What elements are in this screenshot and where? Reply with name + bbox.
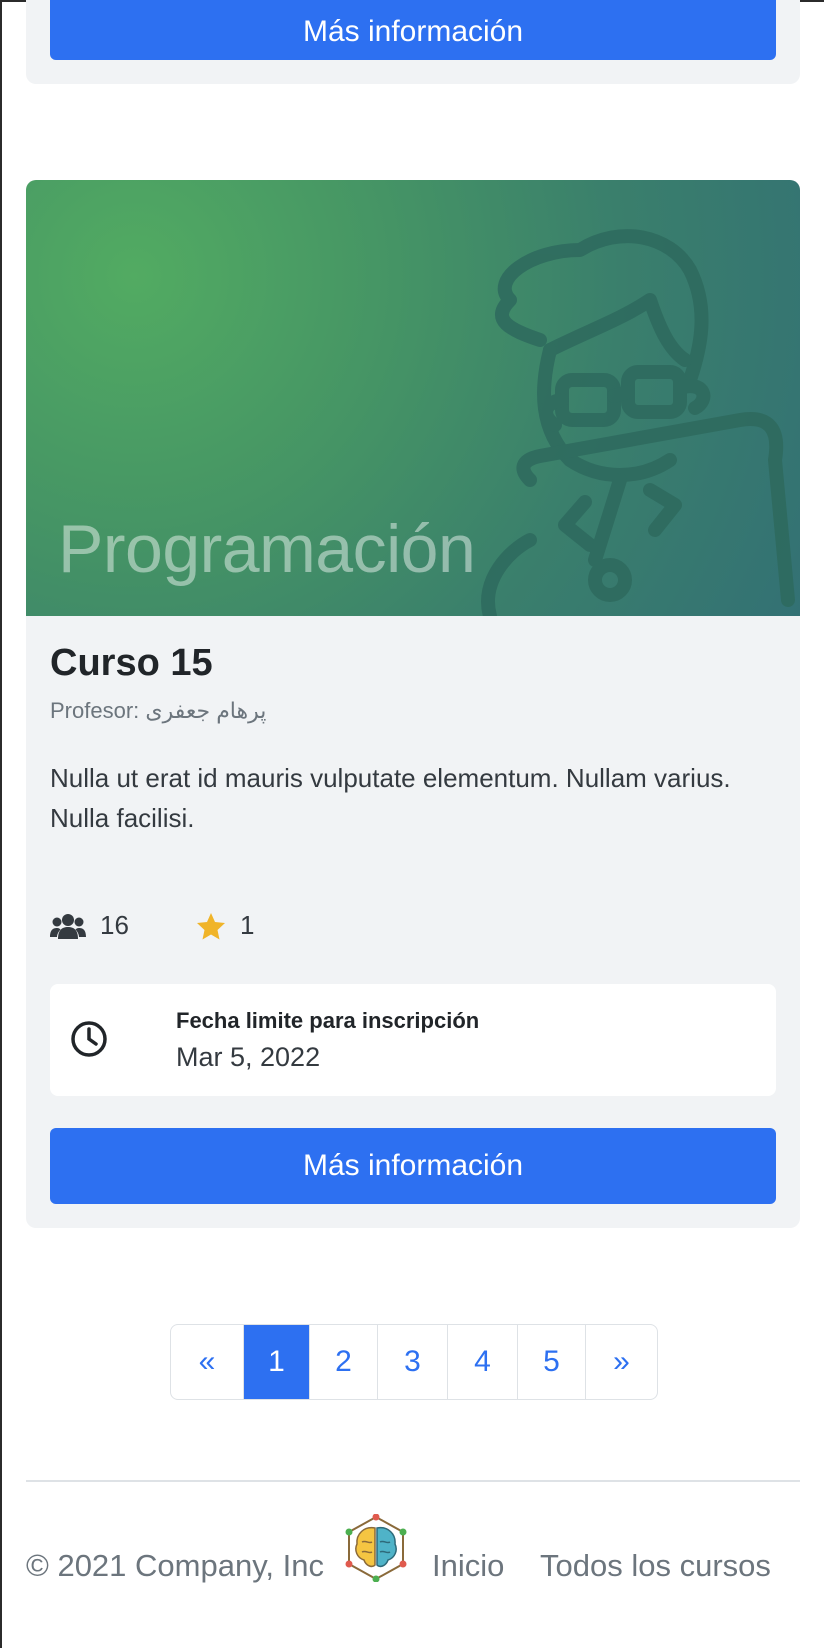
rating-stat: 1	[196, 910, 254, 941]
more-info-button[interactable]: Más información	[50, 0, 776, 60]
more-info-button[interactable]: Más información	[50, 1128, 776, 1204]
pagination: « 1 2 3 4 5 »	[170, 1324, 658, 1400]
pagination-prev[interactable]: «	[171, 1325, 243, 1399]
course-hero-image: Programación	[26, 180, 800, 616]
footer-copyright: © 2021 Company, Inc	[26, 1548, 324, 1583]
star-icon	[197, 912, 225, 939]
rating-value: 1	[240, 910, 255, 940]
footer-link-home[interactable]: Inicio	[432, 1548, 504, 1584]
pagination-page-4[interactable]: 4	[447, 1325, 517, 1399]
users-icon	[50, 913, 86, 939]
programmer-illustration-icon	[481, 229, 795, 616]
enrollment-deadline-box: Fecha limite para inscripción Mar 5, 202…	[50, 984, 776, 1096]
deadline-label: Fecha limite para inscripción	[176, 1008, 480, 1033]
students-stat: 16	[50, 910, 129, 941]
course-description: Nulla ut erat id mauris vulputate elemen…	[50, 763, 731, 833]
course-professor: Profesor: پرهام جعفری	[50, 698, 267, 723]
pagination-page-5[interactable]: 5	[517, 1325, 585, 1399]
footer-divider	[26, 1480, 800, 1482]
course-category-label: Programación	[58, 511, 476, 587]
pagination-page-1[interactable]: 1	[243, 1325, 309, 1399]
pagination-next[interactable]: »	[585, 1325, 657, 1399]
course-title: Curso 15	[50, 642, 213, 684]
students-count: 16	[100, 910, 129, 940]
window-left-edge	[0, 0, 2, 1648]
pagination-page-2[interactable]: 2	[309, 1325, 377, 1399]
footer-link-all-courses[interactable]: Todos los cursos	[540, 1548, 771, 1584]
course-card: Programación Curso 15 Profesor: پرهام جع…	[26, 180, 800, 1228]
brain-logo-icon[interactable]	[342, 1513, 410, 1587]
clock-icon	[71, 1021, 107, 1057]
course-card-previous: Más información	[26, 0, 800, 84]
deadline-date: Mar 5, 2022	[176, 1042, 321, 1072]
pagination-page-3[interactable]: 3	[377, 1325, 447, 1399]
